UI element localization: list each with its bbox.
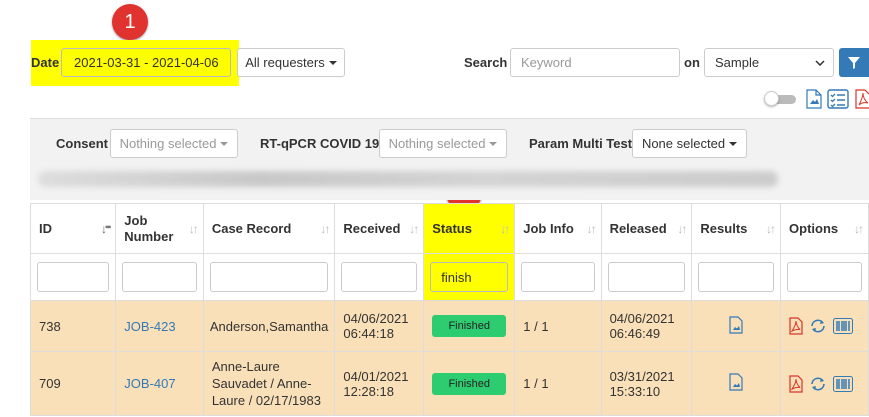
cell-received: 04/06/2021 06:44:18	[334, 300, 425, 352]
status-badge: Finished	[432, 315, 507, 337]
toggle-switch[interactable]	[764, 91, 798, 106]
cell-id: 709	[29, 351, 117, 416]
sort-icon: ↓↑	[677, 221, 687, 236]
jobs-table: ID ↓⁼ Job Number ↓↑ Case Record ↓↑ Received…	[29, 203, 869, 416]
col-released-label: Released	[609, 221, 667, 236]
col-received-label: Received	[343, 221, 401, 236]
funnel-icon	[848, 56, 860, 69]
job-info-filter-input[interactable]	[521, 262, 595, 292]
sort-icon: ↓↑	[586, 221, 597, 236]
cell-id: 738	[29, 300, 117, 352]
table-row[interactable]: 709 JOB-407 Anne-Laure Sauvadet / Anne-L…	[29, 351, 869, 416]
col-case-record-label: Case Record	[211, 221, 292, 236]
chevron-down-icon	[328, 60, 337, 65]
rtpcr-value: Nothing selected	[388, 136, 486, 151]
received-filter-input[interactable]	[341, 262, 418, 292]
results-filter-input[interactable]	[698, 262, 775, 292]
col-job-number[interactable]: Job Number ↓↑	[115, 203, 204, 254]
cell-case-record: Anne-Laure Sauvadet / Anne-Laure / 02/17…	[202, 351, 336, 416]
search-field-value: Sample	[715, 55, 760, 70]
pdf-icon[interactable]	[855, 89, 869, 109]
date-range-value: 2021-03-31 - 2021-04-06	[74, 55, 219, 70]
search-field-select[interactable]: Sample	[704, 48, 834, 77]
chevron-down-icon	[729, 141, 738, 146]
rtpcr-label: RT-qPCR COVID 19	[260, 136, 380, 151]
param-dropdown[interactable]: None selected	[632, 129, 747, 158]
sort-desc-icon: ↓⁼	[100, 221, 111, 236]
filter-bar: Consent Nothing selected RT-qPCR COVID 1…	[30, 118, 869, 200]
consent-value: Nothing selected	[119, 136, 217, 151]
col-released[interactable]: Released ↓↑	[600, 203, 693, 254]
redacted-region	[38, 171, 778, 187]
col-job-info[interactable]: Job Info ↓↑	[514, 203, 602, 254]
header-row: ID ↓⁼ Job Number ↓↑ Case Record ↓↑ Received…	[29, 203, 869, 254]
sort-icon: ↓↑	[854, 221, 864, 236]
id-filter-input[interactable]	[37, 262, 110, 292]
case-record-filter-input[interactable]	[209, 262, 329, 292]
col-status-label: Status	[432, 221, 472, 236]
consent-label: Consent	[56, 136, 108, 151]
col-case-record[interactable]: Case Record ↓↑	[202, 203, 336, 254]
date-range-input[interactable]: 2021-03-31 - 2021-04-06	[61, 48, 231, 77]
chevron-down-icon	[220, 141, 229, 146]
chevron-down-icon	[815, 60, 825, 66]
result-document-icon[interactable]	[729, 315, 743, 334]
pdf-icon[interactable]	[789, 374, 803, 393]
sort-icon: ↓↑	[409, 221, 419, 236]
chevron-down-icon	[489, 141, 498, 146]
cell-job-info: 1 / 1	[514, 300, 602, 352]
col-results-label: Results	[700, 221, 748, 236]
col-id[interactable]: ID ↓⁼	[29, 203, 117, 254]
cell-received: 04/01/2021 12:28:18	[334, 351, 425, 416]
barcode-icon[interactable]	[833, 318, 854, 334]
job-link[interactable]: JOB-407	[124, 376, 175, 391]
search-label: Search	[464, 55, 508, 70]
cell-released: 04/06/2021 06:46:49	[600, 300, 693, 352]
refresh-icon[interactable]	[809, 376, 827, 392]
sort-icon: ↓↑	[766, 221, 776, 236]
column-filter-row: finish	[29, 253, 869, 301]
col-options[interactable]: Options ↓↑	[780, 203, 869, 254]
col-results[interactable]: Results ↓↑	[691, 203, 782, 254]
released-filter-input[interactable]	[607, 262, 686, 292]
requesters-dropdown[interactable]: All requesters	[237, 48, 345, 77]
status-badge: Finished	[432, 372, 507, 395]
col-received[interactable]: Received ↓↑	[334, 203, 425, 254]
pdf-icon[interactable]	[789, 317, 803, 335]
cell-case-record: Anderson,Samantha	[202, 300, 336, 352]
param-value: None selected	[641, 136, 726, 151]
search-input[interactable]: Keyword	[510, 48, 680, 77]
cell-released: 03/31/2021 15:33:10	[600, 351, 693, 416]
sort-icon: ↓↑	[188, 221, 199, 236]
date-label: Date	[31, 55, 60, 70]
job-number-filter-input[interactable]	[122, 262, 197, 292]
cell-job-info: 1 / 1	[514, 351, 602, 416]
on-label: on	[684, 55, 700, 70]
col-job-info-label: Job Info	[523, 221, 574, 236]
rtpcr-dropdown[interactable]: Nothing selected	[379, 129, 507, 158]
consent-dropdown[interactable]: Nothing selected	[110, 129, 238, 158]
search-placeholder: Keyword	[521, 55, 572, 70]
col-status[interactable]: Status ↓↑	[423, 203, 516, 254]
annotation-marker-1: 1	[112, 4, 148, 40]
job-link[interactable]: JOB-423	[124, 319, 175, 334]
col-id-label: ID	[39, 221, 52, 236]
checklist-icon[interactable]	[827, 89, 849, 109]
document-image-icon[interactable]	[806, 89, 822, 109]
status-filter-value: finish	[441, 269, 472, 285]
status-filter-input[interactable]: finish	[430, 262, 509, 292]
sort-icon: ↓↑	[500, 221, 510, 236]
col-job-number-label: Job Number	[124, 212, 174, 244]
refresh-icon[interactable]	[809, 318, 827, 334]
marker-1-label: 1	[124, 10, 136, 33]
requesters-label: All requesters	[245, 55, 325, 70]
result-document-icon[interactable]	[729, 373, 743, 391]
barcode-icon[interactable]	[833, 375, 854, 392]
filter-button[interactable]	[839, 48, 869, 77]
col-options-label: Options	[789, 221, 839, 236]
sort-icon: ↓↑	[320, 221, 330, 236]
options-filter-input[interactable]	[787, 262, 862, 292]
table-row[interactable]: 738 JOB-423 Anderson,Samantha 04/06/2021…	[29, 300, 869, 352]
param-label: Param Multi Test	[529, 136, 633, 151]
